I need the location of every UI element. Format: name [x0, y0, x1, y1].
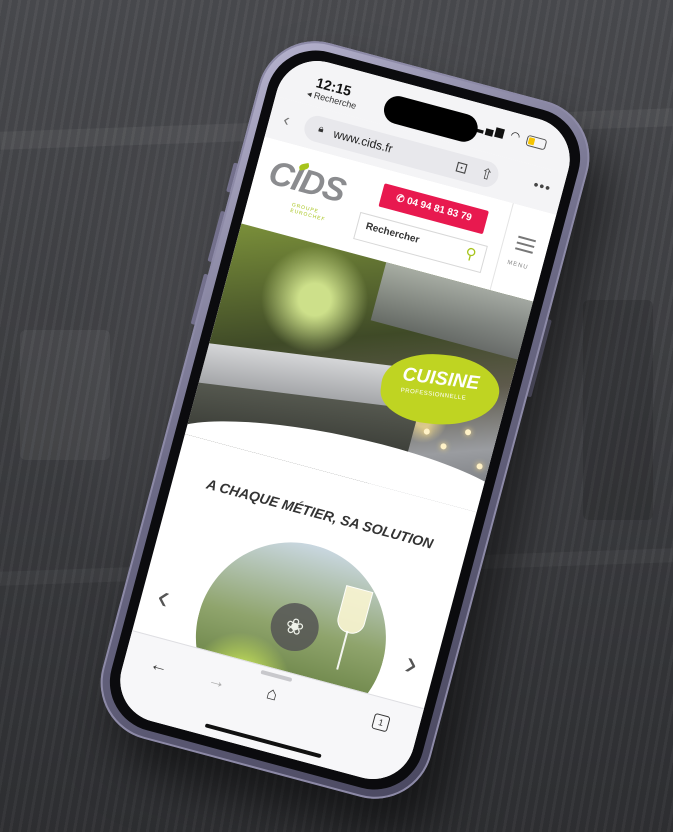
status-icons: ▂▄▆ ◠	[474, 119, 548, 151]
share-icon[interactable]: ⇧	[478, 164, 495, 185]
url-text: www.cids.fr	[332, 126, 395, 156]
signal-icon: ▂▄▆	[474, 120, 508, 140]
grape-badge: ❀	[265, 597, 325, 657]
lock-icon: 🔒︎	[317, 123, 326, 136]
wine-glass	[334, 584, 374, 637]
arrow-right-icon[interactable]: →	[206, 669, 229, 694]
wine-glass-stem	[336, 630, 349, 670]
phone-number: 04 94 81 83 79	[405, 195, 473, 224]
menu-label: MENU	[506, 259, 529, 272]
grape-icon: ❀	[282, 612, 307, 642]
more-icon[interactable]: •••	[532, 176, 553, 196]
search-icon[interactable]: ⚲	[463, 244, 478, 264]
tabs-button[interactable]: 1	[371, 712, 391, 733]
bookmark-icon[interactable]: ⊡	[453, 157, 470, 178]
site-logo[interactable]: CIDS GROUPE EUROCHEF	[260, 154, 361, 231]
home-icon[interactable]: ⌂	[264, 682, 280, 705]
battery-icon	[525, 134, 548, 151]
wifi-icon: ◠	[509, 129, 524, 144]
arrow-left-icon[interactable]: ←	[148, 653, 171, 678]
background-appliance	[583, 300, 653, 520]
chevron-right-icon[interactable]: ›	[401, 644, 422, 685]
logo-subtitle: GROUPE EUROCHEF	[289, 202, 326, 223]
chevron-left-icon[interactable]: ‹	[281, 109, 292, 131]
chevron-left-icon[interactable]: ‹	[153, 577, 174, 618]
background-appliance	[20, 330, 110, 460]
search-placeholder: Rechercher	[364, 220, 421, 246]
hamburger-icon	[514, 235, 537, 258]
drag-handle[interactable]	[260, 669, 293, 683]
